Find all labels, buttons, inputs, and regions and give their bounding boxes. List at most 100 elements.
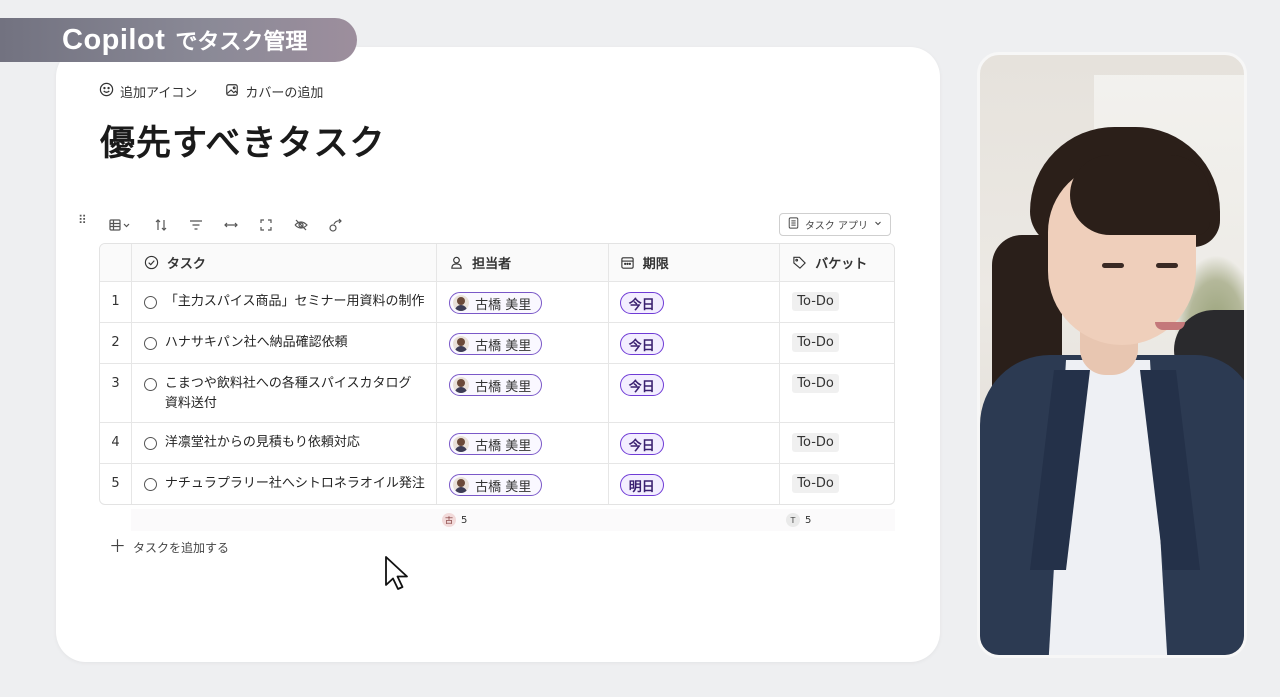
due-cell[interactable]: 今日 — [607, 282, 780, 322]
owner-cell[interactable]: 古橋 美里 — [436, 323, 608, 363]
column-header-task[interactable]: タスク — [130, 244, 436, 281]
owner-name: 古橋 美里 — [475, 479, 532, 495]
column-header-owner[interactable]: 担当者 — [436, 244, 608, 281]
column-header-bucket[interactable]: バケット — [779, 244, 894, 281]
column-header-due[interactable]: 期限 — [607, 244, 780, 281]
avatar — [453, 377, 470, 393]
owner-summary: 古 5 — [442, 513, 467, 527]
table-header-row: タスク 担当者 期限 バケット — [100, 244, 894, 281]
task-complete-radio[interactable] — [143, 437, 157, 450]
owner-name: 古橋 美里 — [475, 297, 532, 313]
owner-cell[interactable]: 古橋 美里 — [436, 364, 608, 422]
due-cell[interactable]: 今日 — [607, 423, 780, 463]
table-row[interactable]: 5 ナチュラプラリー社へシトロネラオイル発注 古橋 美里 明日 To-Do — [100, 463, 894, 504]
row-number: 3 — [111, 376, 120, 391]
bucket-cell[interactable]: To-Do — [779, 464, 894, 504]
sort-icon — [155, 219, 167, 231]
column-header-task-label: タスク — [166, 257, 206, 272]
owner-cell[interactable]: 古橋 美里 — [436, 282, 608, 322]
bucket-cell[interactable]: To-Do — [779, 364, 894, 422]
presenter-bangs — [1070, 155, 1210, 235]
owner-pill[interactable]: 古橋 美里 — [449, 333, 543, 355]
table-row[interactable]: 4 洋凛堂社からの見積もり依頼対応 古橋 美里 今日 To-Do — [100, 422, 894, 463]
due-date-pill[interactable]: 今日 — [619, 374, 664, 396]
task-complete-radio[interactable] — [143, 296, 157, 309]
calendar-icon — [620, 255, 635, 270]
task-app-icon — [788, 217, 799, 232]
add-icon-label: 追加アイコン — [120, 86, 198, 101]
owner-pill[interactable]: 古橋 美里 — [449, 433, 543, 455]
column-width-button[interactable] — [221, 215, 241, 235]
task-title[interactable]: 洋凛堂社からの見積もり依頼対応 — [165, 433, 360, 453]
table-row[interactable]: 1 「主力スパイス商品」セミナー用資料の制作 古橋 美里 今日 To-Do — [100, 281, 894, 322]
due-cell[interactable]: 明日 — [607, 464, 780, 504]
task-app-source-button[interactable]: タスク アプリ — [778, 213, 891, 236]
due-date-pill[interactable]: 今日 — [619, 292, 664, 314]
drag-handle-icon[interactable]: ⠿ — [78, 213, 87, 227]
due-date-pill[interactable]: 明日 — [619, 474, 664, 496]
owner-summary-count: 5 — [461, 514, 468, 526]
task-cell[interactable]: こまつや飲料社への各種スパイスカタログ資料送付 — [130, 364, 436, 422]
task-cell[interactable]: 「主力スパイス商品」セミナー用資料の制作 — [130, 282, 436, 322]
expand-button[interactable] — [256, 215, 276, 235]
task-cell[interactable]: ナチュラプラリー社へシトロネラオイル発注 — [130, 464, 436, 504]
task-title[interactable]: ハナサキパン社へ納品確認依頼 — [165, 333, 348, 353]
task-app-label: タスク アプリ — [804, 221, 868, 232]
avatar — [453, 477, 470, 493]
bucket-tag[interactable]: To-Do — [792, 374, 839, 393]
add-task-button[interactable]: ＋ タスクを追加する — [109, 539, 229, 556]
due-cell[interactable]: 今日 — [607, 323, 780, 363]
filter-button[interactable] — [186, 215, 206, 235]
add-cover-label: カバーの追加 — [245, 86, 324, 101]
row-number: 5 — [111, 476, 120, 491]
task-complete-radio[interactable] — [143, 378, 157, 391]
task-cell[interactable]: 洋凛堂社からの見積もり依頼対応 — [130, 423, 436, 463]
share-button[interactable] — [326, 215, 346, 235]
add-task-label: タスクを追加する — [133, 541, 230, 555]
bucket-tag[interactable]: To-Do — [792, 333, 839, 352]
hide-button[interactable] — [291, 215, 311, 235]
table-view-button[interactable] — [106, 215, 136, 235]
row-number-header — [100, 244, 131, 281]
sort-button[interactable] — [151, 215, 171, 235]
table-summary-row: 古 5 T 5 — [131, 509, 895, 531]
presenter-video-panel — [977, 52, 1247, 658]
add-cover-button[interactable]: カバーの追加 — [225, 82, 323, 101]
plus-icon: ＋ — [109, 537, 126, 557]
owner-cell[interactable]: 古橋 美里 — [436, 464, 608, 504]
bucket-cell[interactable]: To-Do — [779, 423, 894, 463]
owner-pill[interactable]: 古橋 美里 — [449, 474, 543, 496]
task-cell[interactable]: ハナサキパン社へ納品確認依頼 — [130, 323, 436, 363]
eye-off-icon — [294, 219, 308, 231]
add-icon-button[interactable]: 追加アイコン — [99, 82, 197, 101]
bucket-tag[interactable]: To-Do — [792, 474, 839, 493]
task-complete-radio[interactable] — [143, 478, 157, 491]
person-icon — [449, 255, 464, 270]
row-number: 4 — [111, 435, 120, 450]
table-row[interactable]: 2 ハナサキパン社へ納品確認依頼 古橋 美里 今日 To-Do — [100, 322, 894, 363]
task-title[interactable]: 「主力スパイス商品」セミナー用資料の制作 — [165, 292, 425, 312]
share-icon — [329, 218, 342, 232]
due-cell[interactable]: 今日 — [607, 364, 780, 422]
smiley-icon — [99, 82, 114, 101]
bucket-tag[interactable]: To-Do — [792, 433, 839, 452]
image-icon — [225, 83, 239, 101]
owner-pill[interactable]: 古橋 美里 — [449, 292, 543, 314]
bucket-summary-count: 5 — [805, 514, 812, 526]
bucket-cell[interactable]: To-Do — [779, 323, 894, 363]
owner-name: 古橋 美里 — [475, 338, 532, 354]
task-title[interactable]: ナチュラプラリー社へシトロネラオイル発注 — [165, 474, 425, 494]
tag-icon — [792, 255, 807, 270]
table-row[interactable]: 3 こまつや飲料社への各種スパイスカタログ資料送付 古橋 美里 今日 To-Do — [100, 363, 894, 422]
row-number: 1 — [111, 294, 120, 309]
task-complete-radio[interactable] — [143, 337, 157, 350]
page-title: 優先すべきタスク — [100, 124, 386, 164]
bucket-cell[interactable]: To-Do — [779, 282, 894, 322]
due-date-pill[interactable]: 今日 — [619, 333, 664, 355]
owner-pill[interactable]: 古橋 美里 — [449, 374, 543, 396]
task-title[interactable]: こまつや飲料社への各種スパイスカタログ資料送付 — [165, 374, 414, 414]
due-date-pill[interactable]: 今日 — [619, 433, 664, 455]
bucket-tag[interactable]: To-Do — [792, 292, 839, 311]
owner-cell[interactable]: 古橋 美里 — [436, 423, 608, 463]
banner-brand: Copilot — [62, 23, 166, 56]
